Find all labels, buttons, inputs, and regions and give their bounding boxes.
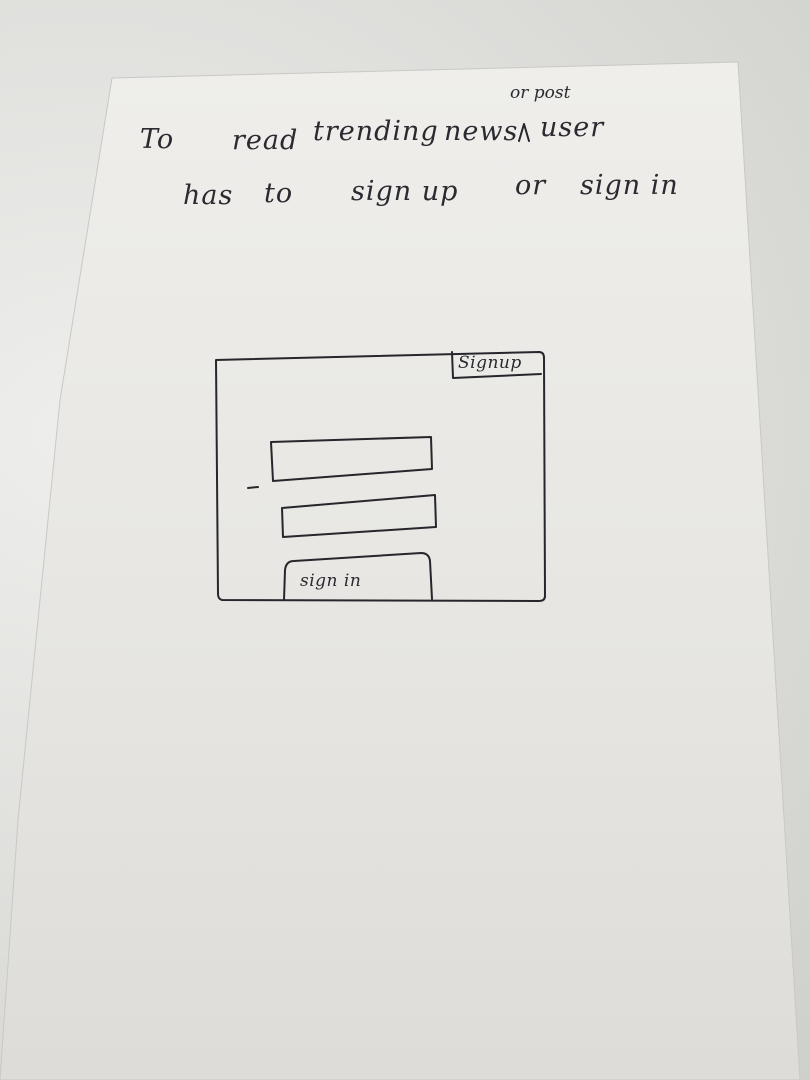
wireframe-signup-label: Signup	[458, 353, 522, 373]
note-word-sign-up: sign up	[351, 176, 459, 207]
note-word-read: read	[232, 125, 299, 156]
note-word-to: To	[140, 124, 175, 155]
paper-sheet	[0, 61, 801, 1080]
note-word-sign-in: sign in	[580, 170, 679, 201]
wireframe-signin-label: sign in	[300, 571, 362, 591]
note-word-or: or	[515, 170, 547, 201]
note-word-has: has	[183, 180, 234, 211]
note-insertion: or post	[510, 83, 571, 103]
margin-stroke	[247, 486, 259, 489]
note-word-news: news	[444, 116, 519, 147]
note-word-trending: trending	[313, 116, 439, 147]
note-word-to-2: to	[264, 178, 294, 209]
paper-outline	[0, 61, 801, 1080]
note-word-user: user	[540, 112, 605, 143]
